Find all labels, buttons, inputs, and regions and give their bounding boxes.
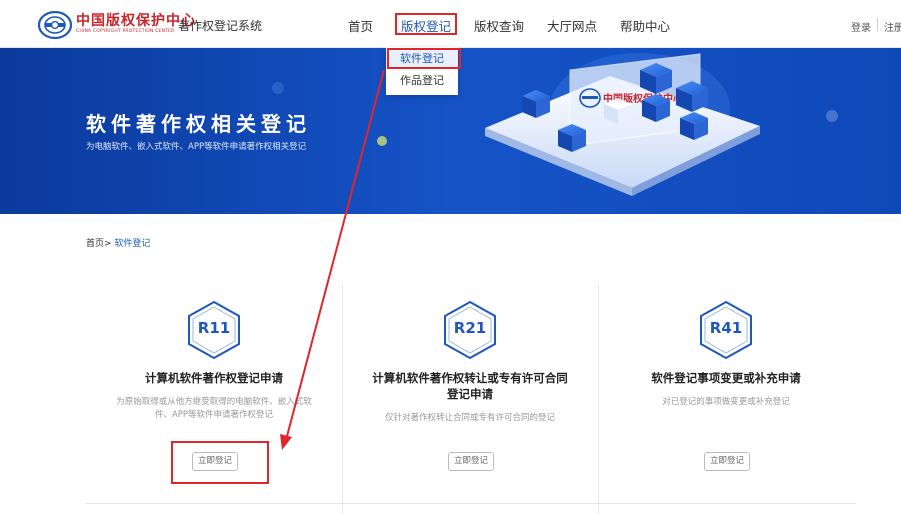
- card-description: 仅针对著作权转让合同或专有许可合同的登记: [384, 413, 555, 423]
- breadcrumb-current[interactable]: 软件登记: [114, 239, 150, 249]
- card-code: R41: [709, 319, 743, 337]
- service-card-r41: R41 软件登记事项变更或补充申请 对已登记的事项做变更或补充登记 立即登记: [598, 300, 854, 490]
- card-title: 计算机软件著作权登记申请: [145, 371, 283, 385]
- system-name: 著作权登记系统: [178, 19, 263, 33]
- card-code: R21: [453, 319, 487, 337]
- breadcrumb: 首页> 软件登记: [86, 236, 150, 249]
- card-description: 对已登记的事项做变更或补充登记: [662, 397, 790, 407]
- nav-home[interactable]: 首页: [348, 16, 373, 35]
- card-code: R11: [197, 319, 231, 337]
- register-link[interactable]: 注册: [884, 19, 901, 34]
- header-separator: [877, 18, 878, 31]
- annotation-box-register-button: [171, 441, 269, 484]
- breadcrumb-home[interactable]: 首页>: [86, 239, 112, 249]
- section-bottom-divider: [86, 503, 856, 504]
- dropdown-item-work-registration[interactable]: 作品登记: [386, 71, 458, 91]
- login-link[interactable]: 登录: [851, 19, 871, 34]
- copyright-center-logo-icon[interactable]: [38, 11, 72, 39]
- card-title: 软件登记事项变更或补充申请: [651, 371, 801, 385]
- banner-title: 软件著作权相关登记: [86, 112, 311, 136]
- card-title: 计算机软件著作权转让或专有许可合同登记申请: [372, 371, 568, 401]
- register-now-button[interactable]: 立即登记: [448, 452, 494, 471]
- service-card-r21: R21 计算机软件著作权转让或专有许可合同登记申请 仅针对著作权转让合同或专有许…: [342, 300, 598, 490]
- nav-help-center[interactable]: 帮助中心: [620, 16, 670, 35]
- register-now-button[interactable]: 立即登记: [704, 452, 750, 471]
- logo-title-en: CHINA COPYRIGHT PROTECTION CENTER: [76, 29, 175, 34]
- card-description: 为原始取得或从他方继受取得的电脑软件、嵌入式软件、APP等软件申请著作权登记: [116, 397, 312, 420]
- banner-subtitle: 为电脑软件、嵌入式软件、APP等软件申请著作权相关登记: [86, 142, 307, 152]
- nav-copyright-query[interactable]: 版权查询: [474, 16, 524, 35]
- annotation-box-nav: [395, 13, 457, 35]
- annotation-box-dropdown: [387, 48, 461, 69]
- nav-service-halls[interactable]: 大厅网点: [547, 16, 597, 35]
